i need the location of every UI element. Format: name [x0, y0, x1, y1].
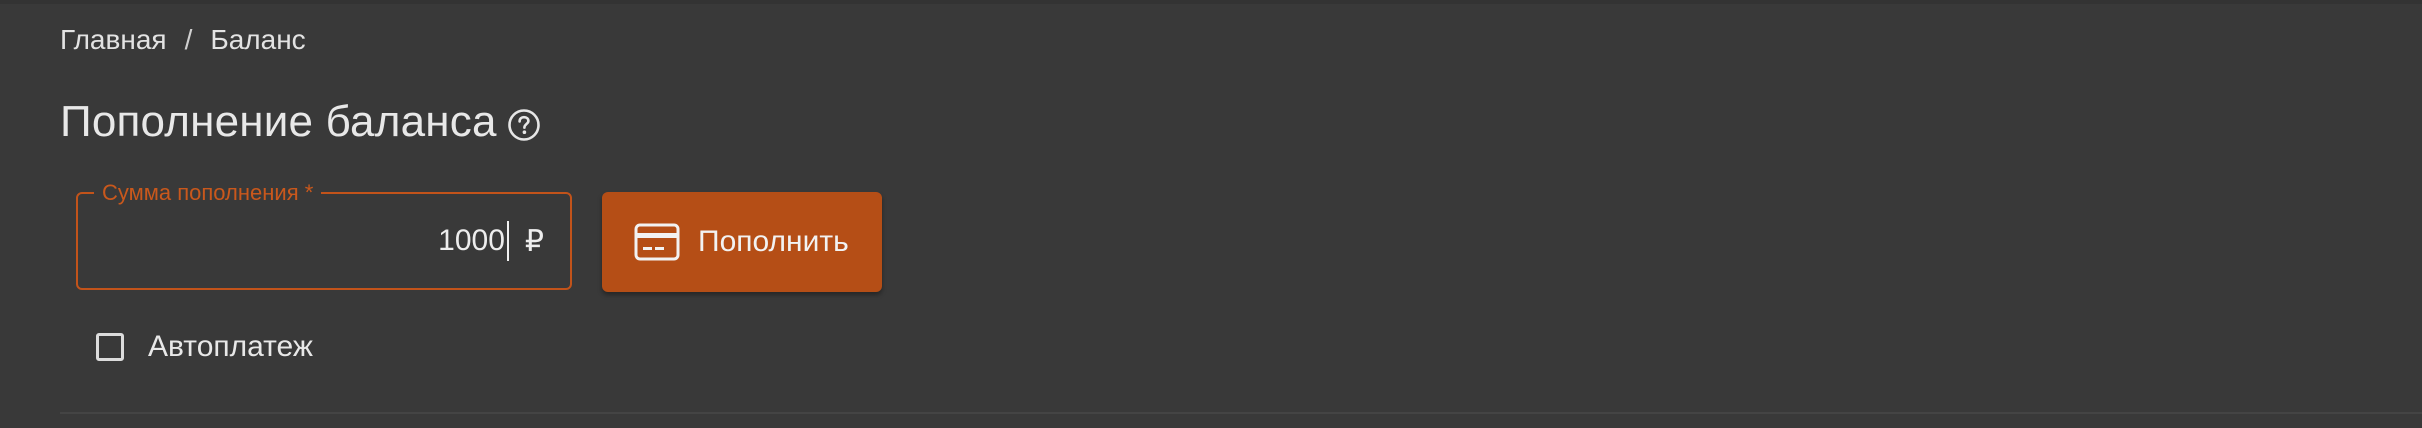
divider: [60, 412, 2422, 414]
amount-field-label: Сумма пополнения *: [94, 180, 322, 206]
text-caret: [506, 221, 509, 261]
topup-button[interactable]: Пополнить: [602, 192, 882, 292]
page-title: Пополнение баланса: [60, 97, 497, 146]
amount-input[interactable]: 1000 ₽: [438, 194, 544, 288]
breadcrumb: Главная / Баланс: [60, 20, 306, 60]
topup-button-label: Пополнить: [698, 225, 849, 258]
breadcrumb-home-link[interactable]: Главная: [60, 24, 167, 56]
autopay-option[interactable]: Автоплатеж: [96, 326, 313, 368]
autopay-checkbox[interactable]: [96, 333, 124, 361]
breadcrumb-current: Баланс: [210, 24, 306, 55]
title-row: Пополнение баланса: [60, 92, 541, 152]
credit-card-icon: [634, 223, 680, 261]
page: Главная / Баланс Пополнение баланса Сумм…: [0, 0, 2422, 428]
amount-field[interactable]: Сумма пополнения * 1000 ₽: [76, 180, 572, 290]
amount-value: 1000: [438, 224, 505, 257]
question-circle-icon[interactable]: [507, 108, 541, 142]
breadcrumb-separator: /: [184, 24, 193, 55]
currency-suffix: ₽: [524, 224, 544, 258]
autopay-label: Автоплатеж: [148, 330, 313, 363]
